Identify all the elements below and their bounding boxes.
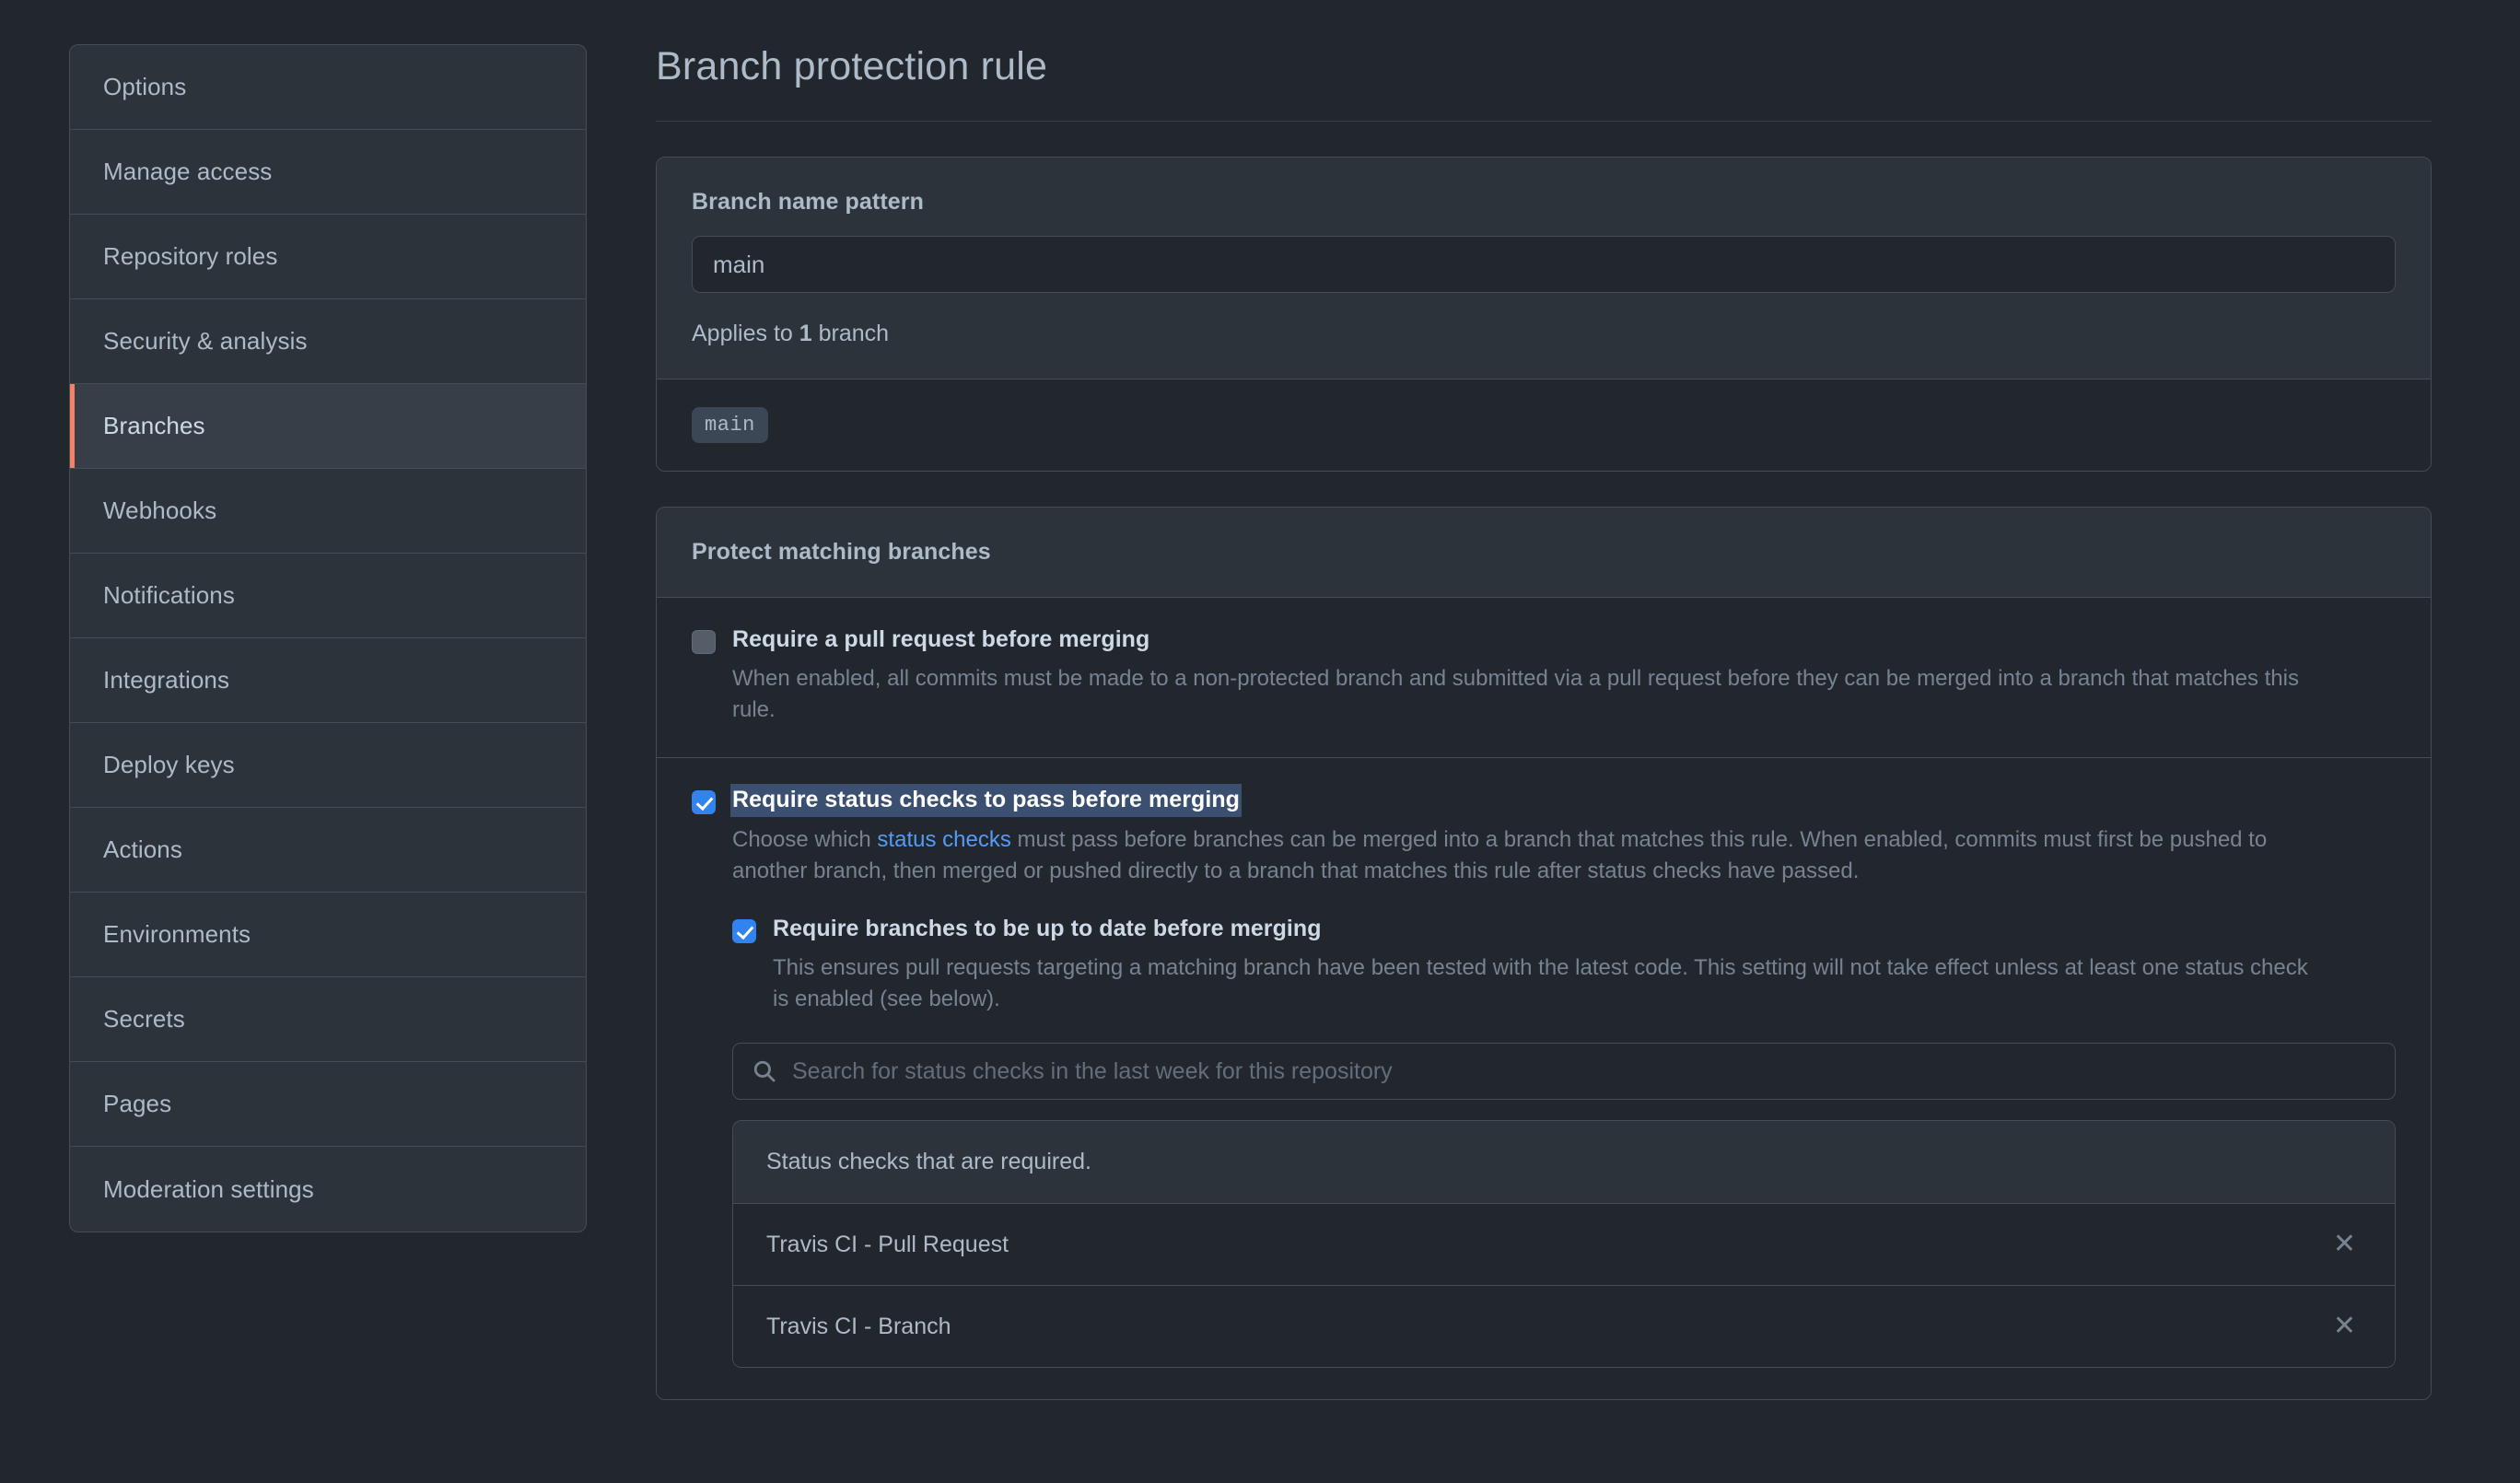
sidebar-item-label: Deploy keys <box>103 751 235 779</box>
branch-chip: main <box>692 407 768 443</box>
require-branches-up-to-date-description: This ensures pull requests targeting a m… <box>773 952 2311 1015</box>
sidebar-item-pages[interactable]: Pages <box>70 1062 586 1147</box>
rule-require-pull-request: Require a pull request before merging Wh… <box>657 597 2431 757</box>
sidebar-item-label: Branches <box>103 412 205 440</box>
applies-to-prefix: Applies to <box>692 321 799 346</box>
protect-matching-branches-title: Protect matching branches <box>692 539 2396 566</box>
sidebar-item-deploy-keys[interactable]: Deploy keys <box>70 723 586 808</box>
protect-matching-branches-card: Protect matching branches Require a pull… <box>656 507 2432 1400</box>
require-pull-request-label: Require a pull request before merging <box>732 625 1149 654</box>
require-branches-up-to-date-checkbox[interactable] <box>732 919 756 943</box>
require-status-checks-description: Choose which status checks must pass bef… <box>732 824 2303 887</box>
branch-name-pattern-label: Branch name pattern <box>692 189 2396 216</box>
sidebar-item-branches[interactable]: Branches <box>70 384 586 469</box>
applies-to-suffix: branch <box>812 321 889 346</box>
sidebar-item-label: Secrets <box>103 1005 185 1033</box>
sidebar-item-actions[interactable]: Actions <box>70 808 586 893</box>
sidebar-item-moderation-settings[interactable]: Moderation settings <box>70 1147 586 1232</box>
branch-pattern-card-head: Branch name pattern Applies to 1 branch <box>657 158 2431 379</box>
page-title: Branch protection rule <box>656 44 2432 122</box>
matching-branch-list: main <box>657 379 2431 471</box>
status-checks-link[interactable]: status checks <box>877 827 1010 852</box>
sidebar-item-manage-access[interactable]: Manage access <box>70 130 586 215</box>
close-icon[interactable]: ✕ <box>2328 1231 2362 1258</box>
required-status-checks-table: Status checks that are required. Travis … <box>732 1120 2396 1368</box>
sidebar-item-secrets[interactable]: Secrets <box>70 977 586 1062</box>
sidebar-item-security-analysis[interactable]: Security & analysis <box>70 299 586 384</box>
sidebar-item-repository-roles[interactable]: Repository roles <box>70 215 586 299</box>
sidebar-item-label: Environments <box>103 920 251 949</box>
rule-require-branches-up-to-date-head[interactable]: Require branches to be up to date before… <box>732 915 2396 943</box>
rule-require-branches-up-to-date: Require branches to be up to date before… <box>732 915 2396 1015</box>
sidebar-item-notifications[interactable]: Notifications <box>70 554 586 638</box>
settings-sidebar: Options Manage access Repository roles S… <box>69 44 587 1232</box>
protect-card-head: Protect matching branches <box>657 508 2431 597</box>
settings-page: Options Manage access Repository roles S… <box>0 0 2520 1483</box>
sidebar-item-label: Moderation settings <box>103 1175 314 1204</box>
applies-to-count: 1 <box>799 321 812 346</box>
sidebar-item-options[interactable]: Options <box>70 45 586 130</box>
require-pull-request-description: When enabled, all commits must be made t… <box>732 663 2303 726</box>
sidebar-item-integrations[interactable]: Integrations <box>70 638 586 723</box>
sidebar-item-label: Pages <box>103 1090 171 1118</box>
sidebar-item-label: Repository roles <box>103 242 277 271</box>
status-checks-desc-part1: Choose which <box>732 827 877 852</box>
sidebar-item-webhooks[interactable]: Webhooks <box>70 469 586 554</box>
status-check-row[interactable]: Travis CI - Pull Request ✕ <box>733 1204 2395 1286</box>
status-check-row[interactable]: Travis CI - Branch ✕ <box>733 1286 2395 1367</box>
status-check-name: Travis CI - Pull Request <box>766 1232 1009 1258</box>
branch-pattern-card: Branch name pattern Applies to 1 branch … <box>656 157 2432 472</box>
require-branches-up-to-date-label: Require branches to be up to date before… <box>773 915 1322 943</box>
sidebar-column: Options Manage access Repository roles S… <box>0 0 656 1232</box>
sidebar-item-label: Manage access <box>103 158 272 186</box>
sidebar-item-label: Security & analysis <box>103 327 308 356</box>
sidebar-item-label: Notifications <box>103 581 235 610</box>
close-icon[interactable]: ✕ <box>2328 1313 2362 1340</box>
status-check-name: Travis CI - Branch <box>766 1314 951 1340</box>
required-status-checks-header: Status checks that are required. <box>733 1121 2395 1204</box>
main-content: Branch protection rule Branch name patte… <box>656 0 2520 1400</box>
sidebar-item-label: Integrations <box>103 666 229 695</box>
sidebar-item-label: Webhooks <box>103 496 216 525</box>
rule-require-pull-request-head[interactable]: Require a pull request before merging <box>692 625 2396 654</box>
sidebar-item-environments[interactable]: Environments <box>70 893 586 977</box>
protect-card-body: Require a pull request before merging Wh… <box>657 597 2431 1399</box>
rule-require-status-checks: Require status checks to pass before mer… <box>657 757 2431 1399</box>
status-check-search-wrap <box>732 1043 2396 1100</box>
sidebar-item-label: Options <box>103 73 186 101</box>
require-status-checks-checkbox[interactable] <box>692 790 716 814</box>
sidebar-item-label: Actions <box>103 835 182 864</box>
require-status-checks-label: Require status checks to pass before mer… <box>730 784 1242 816</box>
status-check-search-input[interactable] <box>732 1043 2396 1100</box>
require-pull-request-checkbox[interactable] <box>692 630 716 654</box>
rule-require-status-checks-head[interactable]: Require status checks to pass before mer… <box>692 786 2396 814</box>
applies-to-text: Applies to 1 branch <box>692 321 2396 347</box>
branch-name-pattern-input[interactable] <box>692 236 2396 293</box>
